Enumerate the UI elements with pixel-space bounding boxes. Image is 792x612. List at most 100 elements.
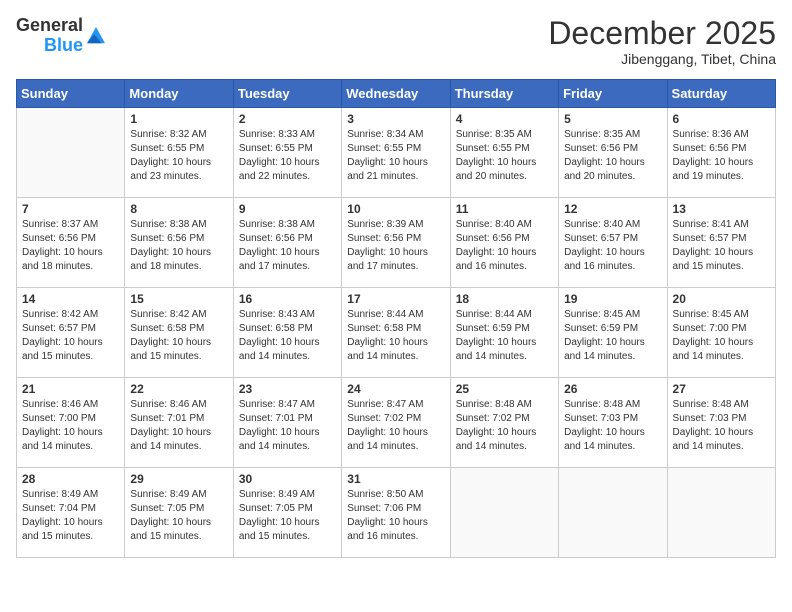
day-number: 16 bbox=[239, 292, 336, 306]
day-info: Sunrise: 8:47 AMSunset: 7:02 PMDaylight:… bbox=[347, 398, 444, 454]
day-info: Sunrise: 8:45 AMSunset: 7:00 PMDaylight:… bbox=[673, 308, 770, 364]
day-info: Sunrise: 8:38 AMSunset: 6:56 PMDaylight:… bbox=[239, 218, 336, 274]
day-number: 31 bbox=[347, 472, 444, 486]
day-number: 11 bbox=[456, 202, 553, 216]
day-info: Sunrise: 8:32 AMSunset: 6:55 PMDaylight:… bbox=[130, 128, 227, 184]
day-info: Sunrise: 8:35 AMSunset: 6:55 PMDaylight:… bbox=[456, 128, 553, 184]
calendar-cell: 29 Sunrise: 8:49 AMSunset: 7:05 PMDayligh… bbox=[125, 468, 233, 558]
calendar-cell: 23 Sunrise: 8:47 AMSunset: 7:01 PMDayligh… bbox=[233, 378, 341, 468]
day-number: 26 bbox=[564, 382, 661, 396]
calendar-cell: 13Sunrise: 8:41 AMSunset: 6:57 PMDayligh… bbox=[667, 198, 775, 288]
day-number: 17 bbox=[347, 292, 444, 306]
calendar-cell: 18 Sunrise: 8:44 AMSunset: 6:59 PMDayligh… bbox=[450, 288, 558, 378]
calendar-cell: 21 Sunrise: 8:46 AMSunset: 7:00 PMDayligh… bbox=[17, 378, 125, 468]
day-number: 1 bbox=[130, 112, 227, 126]
calendar-cell: 4 Sunrise: 8:35 AMSunset: 6:55 PMDaylight… bbox=[450, 108, 558, 198]
calendar-cell: 1 Sunrise: 8:32 AMSunset: 6:55 PMDaylight… bbox=[125, 108, 233, 198]
day-info: Sunrise: 8:44 AMSunset: 6:59 PMDaylight:… bbox=[456, 308, 553, 364]
day-info: Sunrise: 8:48 AMSunset: 7:03 PMDaylight:… bbox=[564, 398, 661, 454]
day-info: Sunrise: 8:40 AMSunset: 6:57 PMDaylight:… bbox=[564, 218, 661, 274]
calendar-cell bbox=[667, 468, 775, 558]
calendar-table: SundayMondayTuesdayWednesdayThursdayFrid… bbox=[16, 79, 776, 558]
day-number: 29 bbox=[130, 472, 227, 486]
day-number: 14 bbox=[22, 292, 119, 306]
calendar-cell: 27Sunrise: 8:48 AMSunset: 7:03 PMDayligh… bbox=[667, 378, 775, 468]
weekday-header-row: SundayMondayTuesdayWednesdayThursdayFrid… bbox=[17, 80, 776, 108]
day-number: 24 bbox=[347, 382, 444, 396]
month-title: December 2025 bbox=[548, 16, 776, 51]
day-info: Sunrise: 8:40 AMSunset: 6:56 PMDaylight:… bbox=[456, 218, 553, 274]
calendar-week-4: 28 Sunrise: 8:49 AMSunset: 7:04 PMDayligh… bbox=[17, 468, 776, 558]
day-info: Sunrise: 8:38 AMSunset: 6:56 PMDaylight:… bbox=[130, 218, 227, 274]
day-number: 13 bbox=[673, 202, 770, 216]
calendar-week-1: 7Sunrise: 8:37 AMSunset: 6:56 PMDaylight… bbox=[17, 198, 776, 288]
calendar-week-2: 14Sunrise: 8:42 AMSunset: 6:57 PMDayligh… bbox=[17, 288, 776, 378]
calendar-cell: 24 Sunrise: 8:47 AMSunset: 7:02 PMDayligh… bbox=[342, 378, 450, 468]
calendar-cell: 17 Sunrise: 8:44 AMSunset: 6:58 PMDayligh… bbox=[342, 288, 450, 378]
logo-blue-text: Blue bbox=[44, 36, 83, 56]
day-info: Sunrise: 8:35 AMSunset: 6:56 PMDaylight:… bbox=[564, 128, 661, 184]
day-info: Sunrise: 8:45 AMSunset: 6:59 PMDaylight:… bbox=[564, 308, 661, 364]
calendar-cell bbox=[450, 468, 558, 558]
logo-general-text: General bbox=[16, 16, 83, 36]
day-info: Sunrise: 8:43 AMSunset: 6:58 PMDaylight:… bbox=[239, 308, 336, 364]
calendar-cell: 25Sunrise: 8:48 AMSunset: 7:02 PMDayligh… bbox=[450, 378, 558, 468]
day-info: Sunrise: 8:44 AMSunset: 6:58 PMDaylight:… bbox=[347, 308, 444, 364]
day-number: 23 bbox=[239, 382, 336, 396]
calendar-week-3: 21 Sunrise: 8:46 AMSunset: 7:00 PMDayligh… bbox=[17, 378, 776, 468]
day-info: Sunrise: 8:49 AMSunset: 7:05 PMDaylight:… bbox=[130, 488, 227, 544]
calendar-cell: 20 Sunrise: 8:45 AMSunset: 7:00 PMDayligh… bbox=[667, 288, 775, 378]
day-number: 20 bbox=[673, 292, 770, 306]
weekday-header-friday: Friday bbox=[559, 80, 667, 108]
day-number: 6 bbox=[673, 112, 770, 126]
day-number: 12 bbox=[564, 202, 661, 216]
title-section: December 2025 Jibenggang, Tibet, China bbox=[548, 16, 776, 67]
calendar-cell: 19 Sunrise: 8:45 AMSunset: 6:59 PMDayligh… bbox=[559, 288, 667, 378]
day-info: Sunrise: 8:46 AMSunset: 7:00 PMDaylight:… bbox=[22, 398, 119, 454]
day-number: 28 bbox=[22, 472, 119, 486]
day-info: Sunrise: 8:46 AMSunset: 7:01 PMDaylight:… bbox=[130, 398, 227, 454]
day-info: Sunrise: 8:49 AMSunset: 7:04 PMDaylight:… bbox=[22, 488, 119, 544]
day-number: 3 bbox=[347, 112, 444, 126]
day-info: Sunrise: 8:36 AMSunset: 6:56 PMDaylight:… bbox=[673, 128, 770, 184]
calendar-cell: 8 Sunrise: 8:38 AMSunset: 6:56 PMDaylight… bbox=[125, 198, 233, 288]
day-info: Sunrise: 8:47 AMSunset: 7:01 PMDaylight:… bbox=[239, 398, 336, 454]
day-number: 2 bbox=[239, 112, 336, 126]
calendar-cell: 9Sunrise: 8:38 AMSunset: 6:56 PMDaylight… bbox=[233, 198, 341, 288]
calendar-cell: 15Sunrise: 8:42 AMSunset: 6:58 PMDayligh… bbox=[125, 288, 233, 378]
logo-icon bbox=[87, 27, 105, 45]
weekday-header-tuesday: Tuesday bbox=[233, 80, 341, 108]
day-info: Sunrise: 8:39 AMSunset: 6:56 PMDaylight:… bbox=[347, 218, 444, 274]
calendar-cell: 14Sunrise: 8:42 AMSunset: 6:57 PMDayligh… bbox=[17, 288, 125, 378]
calendar-cell: 26 Sunrise: 8:48 AMSunset: 7:03 PMDayligh… bbox=[559, 378, 667, 468]
day-number: 5 bbox=[564, 112, 661, 126]
logo: General Blue bbox=[16, 16, 105, 56]
day-number: 4 bbox=[456, 112, 553, 126]
weekday-header-monday: Monday bbox=[125, 80, 233, 108]
day-number: 30 bbox=[239, 472, 336, 486]
day-number: 27 bbox=[673, 382, 770, 396]
day-info: Sunrise: 8:49 AMSunset: 7:05 PMDaylight:… bbox=[239, 488, 336, 544]
calendar-cell: 10 Sunrise: 8:39 AMSunset: 6:56 PMDayligh… bbox=[342, 198, 450, 288]
calendar-week-0: 1 Sunrise: 8:32 AMSunset: 6:55 PMDaylight… bbox=[17, 108, 776, 198]
day-number: 19 bbox=[564, 292, 661, 306]
calendar-cell: 22 Sunrise: 8:46 AMSunset: 7:01 PMDayligh… bbox=[125, 378, 233, 468]
calendar-cell: 2Sunrise: 8:33 AMSunset: 6:55 PMDaylight… bbox=[233, 108, 341, 198]
day-info: Sunrise: 8:34 AMSunset: 6:55 PMDaylight:… bbox=[347, 128, 444, 184]
day-info: Sunrise: 8:37 AMSunset: 6:56 PMDaylight:… bbox=[22, 218, 119, 274]
calendar-cell bbox=[17, 108, 125, 198]
calendar-cell: 31Sunrise: 8:50 AMSunset: 7:06 PMDayligh… bbox=[342, 468, 450, 558]
day-number: 8 bbox=[130, 202, 227, 216]
day-number: 18 bbox=[456, 292, 553, 306]
day-number: 22 bbox=[130, 382, 227, 396]
calendar-cell bbox=[559, 468, 667, 558]
day-number: 25 bbox=[456, 382, 553, 396]
calendar-cell: 6 Sunrise: 8:36 AMSunset: 6:56 PMDaylight… bbox=[667, 108, 775, 198]
calendar-cell: 7Sunrise: 8:37 AMSunset: 6:56 PMDaylight… bbox=[17, 198, 125, 288]
day-number: 10 bbox=[347, 202, 444, 216]
calendar-cell: 5 Sunrise: 8:35 AMSunset: 6:56 PMDaylight… bbox=[559, 108, 667, 198]
day-number: 15 bbox=[130, 292, 227, 306]
day-number: 21 bbox=[22, 382, 119, 396]
weekday-header-saturday: Saturday bbox=[667, 80, 775, 108]
calendar-cell: 11 Sunrise: 8:40 AMSunset: 6:56 PMDayligh… bbox=[450, 198, 558, 288]
